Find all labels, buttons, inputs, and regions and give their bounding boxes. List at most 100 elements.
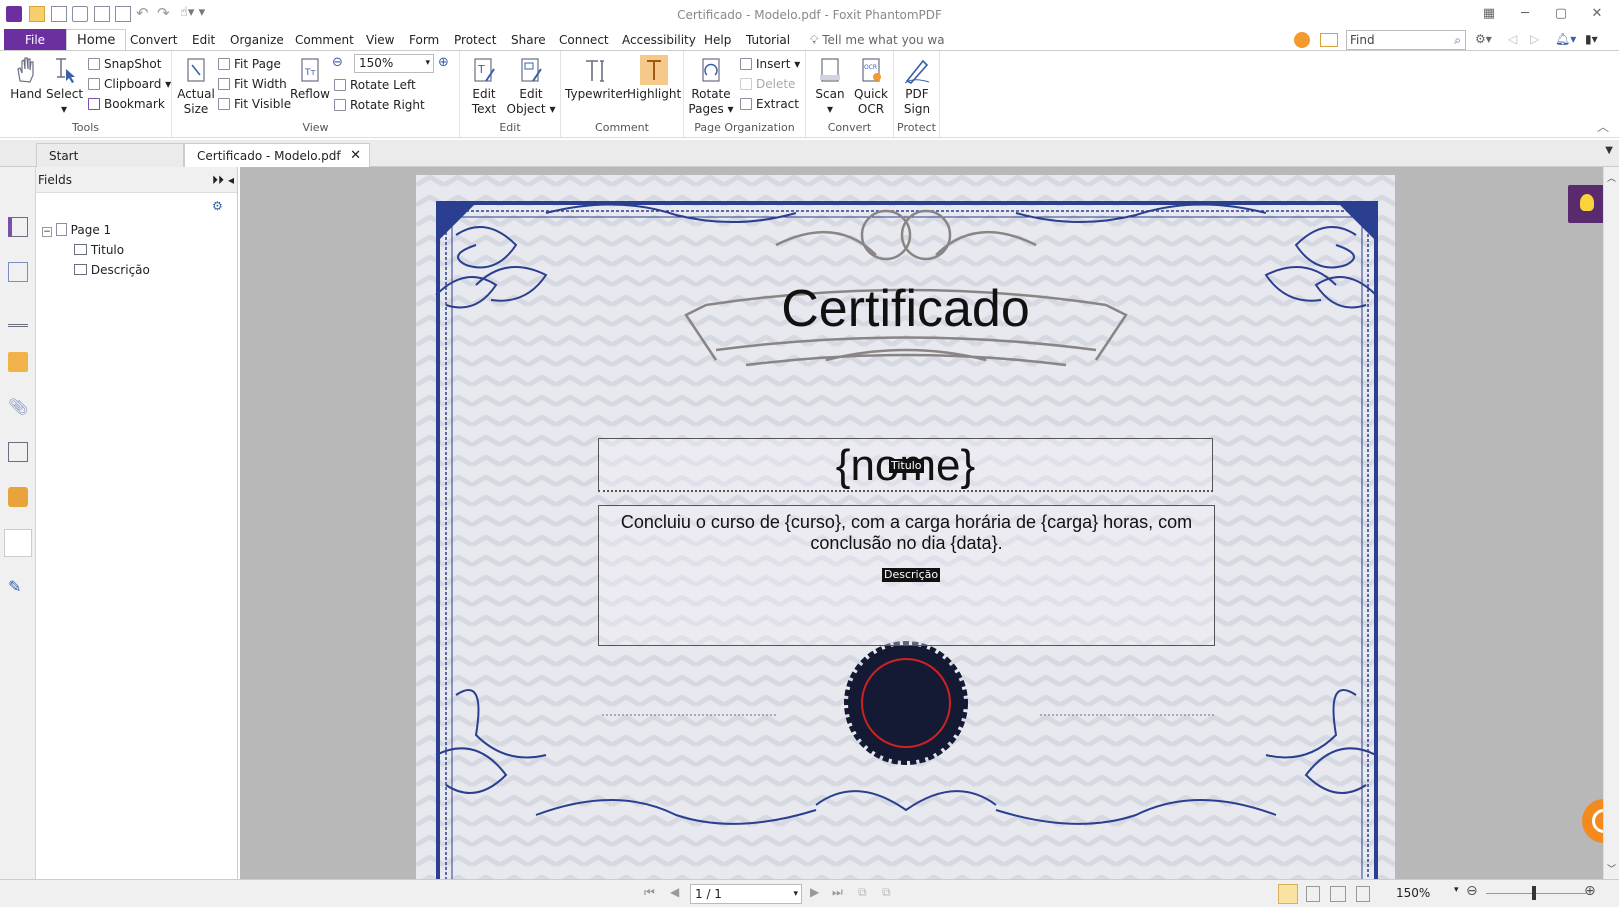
scan-button[interactable]: Scan ▾ bbox=[810, 55, 850, 117]
tab-document[interactable]: Certificado - Modelo.pdf ✕ bbox=[184, 143, 370, 168]
typewriter-button[interactable]: Typewriter bbox=[565, 55, 628, 102]
tree-field-titulo[interactable]: Titulo bbox=[74, 243, 124, 257]
lock-icon[interactable] bbox=[8, 487, 28, 507]
menu-home[interactable]: Home bbox=[66, 29, 127, 52]
rotate-left-button[interactable]: Rotate Left bbox=[334, 76, 416, 94]
close-button[interactable]: ✕ bbox=[1582, 3, 1612, 27]
find-input[interactable]: Find ⌕ bbox=[1346, 30, 1466, 50]
menu-convert[interactable]: Convert bbox=[128, 29, 179, 51]
zoom-dropdown-icon[interactable]: ▾ bbox=[1454, 885, 1459, 895]
fit-width-button[interactable]: Fit Width bbox=[218, 75, 287, 93]
collapse-panel-icon[interactable]: ◂ bbox=[228, 167, 234, 193]
scroll-up-icon[interactable]: ︿ bbox=[1607, 171, 1616, 184]
field-settings-icon[interactable]: ⚙ bbox=[212, 199, 223, 213]
reflow-button[interactable]: Tт Reflow bbox=[290, 55, 330, 102]
forward-icon[interactable]: ▷ bbox=[1530, 32, 1539, 46]
continuous-view-icon[interactable] bbox=[1306, 886, 1320, 902]
hand-button[interactable]: Hand bbox=[8, 55, 44, 102]
insert-button[interactable]: Insert ▾ bbox=[740, 55, 800, 73]
menu-share[interactable]: Share bbox=[509, 29, 548, 51]
zoom-in-icon[interactable]: ⊕ bbox=[1584, 883, 1596, 899]
minimize-button[interactable]: ─ bbox=[1510, 3, 1540, 27]
close-tab-icon[interactable]: ✕ bbox=[350, 144, 361, 168]
zoom-out-icon[interactable]: ⊖ bbox=[1466, 883, 1478, 899]
edit-text-button[interactable]: T Edit Text bbox=[464, 55, 504, 117]
tree-collapse-icon[interactable]: − bbox=[42, 227, 52, 237]
form-tools-icon[interactable]: ✎ bbox=[8, 577, 28, 597]
expand-panel-icon[interactable]: ⏵⏵ bbox=[212, 167, 224, 193]
zoom-select[interactable]: 150% ▾ bbox=[354, 54, 434, 73]
vertical-scrollbar[interactable]: ︿ ﹀ bbox=[1603, 167, 1619, 879]
name-field[interactable]: {nome} Titulo bbox=[598, 438, 1213, 492]
menu-view[interactable]: View bbox=[364, 29, 396, 51]
signature-panel-icon[interactable] bbox=[8, 442, 28, 462]
smiley-icon[interactable] bbox=[1294, 32, 1310, 48]
zoom-in-icon[interactable]: ⊕ bbox=[438, 55, 449, 70]
next-page-icon[interactable]: ▶ bbox=[810, 885, 819, 899]
next-view-icon[interactable]: ⧉ bbox=[882, 885, 891, 900]
tree-page-1[interactable]: − Page 1 bbox=[42, 223, 111, 237]
fit-visible-button[interactable]: Fit Visible bbox=[218, 95, 291, 113]
pages-panel-icon[interactable] bbox=[8, 262, 28, 282]
edit-object-button[interactable]: Edit Object ▾ bbox=[504, 55, 558, 117]
scroll-down-icon[interactable]: ﹀ bbox=[1607, 862, 1616, 875]
status-zoom[interactable]: 150% bbox=[1396, 886, 1430, 900]
delete-button[interactable]: Delete bbox=[740, 75, 795, 93]
collapse-ribbon-icon[interactable]: ︿ bbox=[1597, 118, 1609, 135]
notification-icon[interactable]: 🔔︎▾ bbox=[1555, 32, 1576, 46]
fields-panel-icon[interactable] bbox=[4, 529, 32, 557]
tab-start[interactable]: Start bbox=[36, 143, 184, 168]
menu-connect[interactable]: Connect bbox=[557, 29, 611, 51]
settings-icon[interactable]: ⚙▾ bbox=[1475, 32, 1492, 46]
layout-icon[interactable]: ▦ bbox=[1474, 3, 1504, 27]
pdf-sign-button[interactable]: PDF Sign bbox=[898, 55, 936, 117]
continuous-facing-icon[interactable] bbox=[1356, 886, 1370, 902]
select-button[interactable]: Select ▾ bbox=[46, 55, 83, 117]
first-page-icon[interactable]: ⏮ bbox=[644, 885, 655, 900]
facing-view-icon[interactable] bbox=[1330, 886, 1346, 902]
page-number-input[interactable]: 1 / 1 ▾ bbox=[690, 884, 802, 904]
back-icon[interactable]: ◁ bbox=[1508, 32, 1517, 46]
zoom-out-icon[interactable]: ⊖ bbox=[332, 55, 343, 70]
menu-form[interactable]: Form bbox=[407, 29, 441, 51]
maximize-button[interactable]: ▢ bbox=[1546, 3, 1576, 27]
search-icon[interactable]: ⌕ bbox=[1454, 31, 1461, 49]
menu-file[interactable]: File bbox=[4, 29, 66, 51]
last-page-icon[interactable]: ⏭ bbox=[832, 885, 843, 900]
zoom-slider-thumb[interactable] bbox=[1532, 886, 1536, 900]
fit-page-button[interactable]: Fit Page bbox=[218, 55, 281, 73]
tree-field-descricao[interactable]: Descrição bbox=[74, 263, 150, 277]
tell-me-box[interactable]: 💡︎ Tell me what you wa bbox=[808, 29, 947, 51]
menu-edit[interactable]: Edit bbox=[190, 29, 217, 51]
zoom-slider[interactable] bbox=[1486, 893, 1586, 894]
menu-comment[interactable]: Comment bbox=[293, 29, 356, 51]
menu-organize[interactable]: Organize bbox=[228, 29, 286, 51]
document-area[interactable]: Certificado {nome} Titulo Concluiu o cur… bbox=[240, 167, 1619, 879]
menu-protect[interactable]: Protect bbox=[452, 29, 498, 51]
highlight-button[interactable]: Highlight bbox=[627, 55, 681, 102]
search-folder-icon[interactable] bbox=[1320, 33, 1338, 47]
comments-panel-icon[interactable] bbox=[8, 352, 28, 372]
menu-accessibility[interactable]: Accessibility bbox=[620, 29, 698, 51]
snapshot-button[interactable]: SnapShot bbox=[88, 55, 161, 73]
bookmark-button[interactable]: Bookmark bbox=[88, 95, 165, 113]
rotate-pages-button[interactable]: Rotate Pages ▾ bbox=[688, 55, 734, 117]
tips-button[interactable] bbox=[1568, 185, 1606, 223]
single-page-view-icon[interactable] bbox=[1278, 884, 1298, 904]
quick-ocr-button[interactable]: OCR Quick OCR bbox=[850, 55, 892, 117]
tabs-dropdown-icon[interactable]: ▼ bbox=[1605, 145, 1613, 156]
description-field[interactable]: Concluiu o curso de {curso}, com a carga… bbox=[598, 505, 1215, 646]
clipboard-button[interactable]: Clipboard ▾ bbox=[88, 75, 171, 93]
layers-panel-icon[interactable] bbox=[8, 307, 28, 327]
menu-help[interactable]: Help bbox=[702, 29, 733, 51]
attachment-icon[interactable]: 📎︎ bbox=[8, 397, 28, 417]
rotate-right-button[interactable]: Rotate Right bbox=[334, 96, 425, 114]
user-icon[interactable]: ▮▾ bbox=[1585, 32, 1598, 46]
pdf-page[interactable]: Certificado {nome} Titulo Concluiu o cur… bbox=[416, 175, 1395, 879]
bookmark-panel-icon[interactable] bbox=[8, 217, 28, 237]
actual-size-button[interactable]: Actual Size bbox=[176, 55, 216, 117]
extract-button[interactable]: Extract bbox=[740, 95, 799, 113]
previous-view-icon[interactable]: ⧉ bbox=[858, 885, 867, 900]
prev-page-icon[interactable]: ◀ bbox=[670, 885, 679, 899]
menu-tutorial[interactable]: Tutorial bbox=[744, 29, 792, 51]
